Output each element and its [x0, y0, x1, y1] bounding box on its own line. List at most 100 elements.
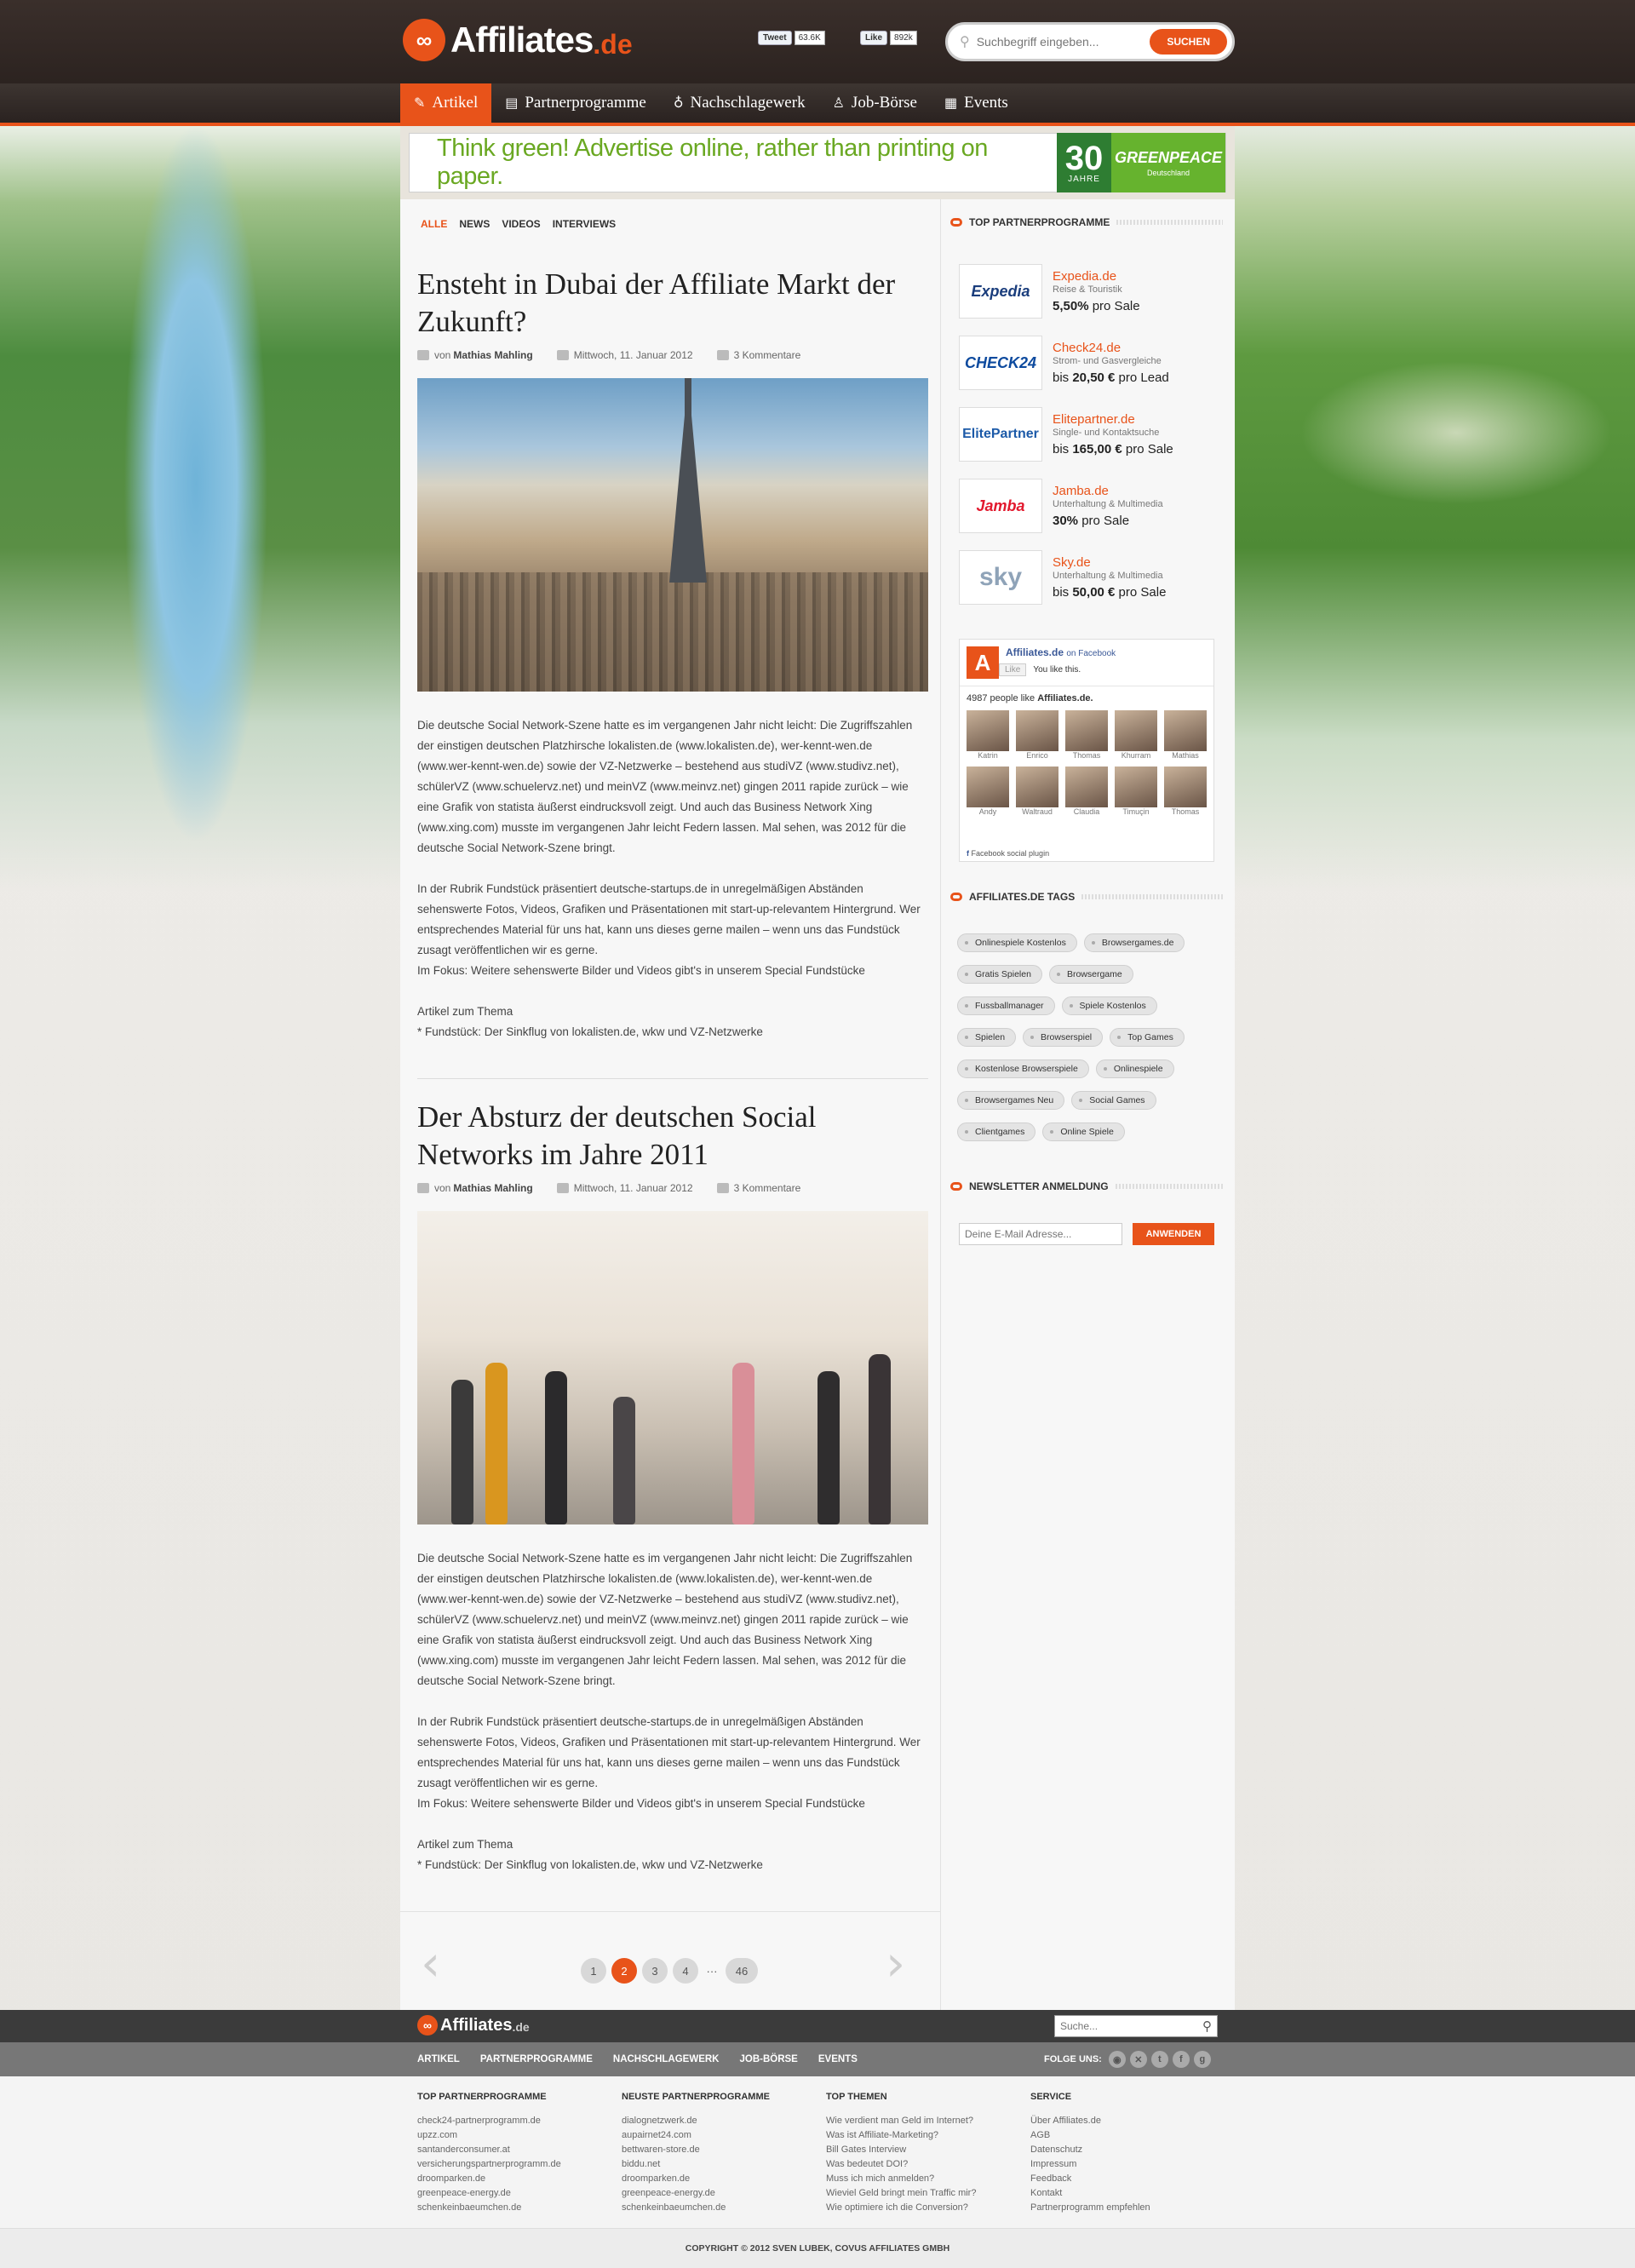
fan-face[interactable]: Khurram — [1115, 710, 1161, 765]
tag[interactable]: Kostenlose Browserspiele — [957, 1059, 1089, 1078]
tag[interactable]: Online Spiele — [1042, 1123, 1125, 1141]
footer-link[interactable]: check24-partnerprogramm.de — [417, 2114, 561, 2128]
fb-plugin-text[interactable]: Facebook social plugin — [972, 849, 1050, 858]
fan-face[interactable]: Timuçin — [1115, 767, 1161, 821]
search-icon[interactable]: ⚲ — [1202, 2018, 1212, 2034]
footer-link[interactable]: dialognetzwerk.de — [622, 2114, 770, 2128]
fan-face[interactable]: Thomas — [1065, 710, 1111, 765]
article-image-dubai[interactable] — [417, 378, 928, 692]
nav-events[interactable]: ▦ Events — [931, 83, 1022, 123]
newsletter-submit-button[interactable]: ANWENDEN — [1133, 1223, 1214, 1245]
tag[interactable]: Spiele Kostenlos — [1061, 996, 1157, 1015]
footer-link[interactable]: Kontakt — [1030, 2186, 1150, 2201]
like-widget[interactable]: Like 892k — [860, 31, 917, 45]
article-title[interactable]: Der Absturz der deutschen Social Network… — [417, 1099, 928, 1174]
footer-link-nachschlagewerk[interactable]: NACHSCHLAGEWERK — [613, 2054, 720, 2064]
partner-name[interactable]: Sky.de — [1053, 555, 1166, 570]
footer-link[interactable]: Was bedeutet DOI? — [826, 2157, 976, 2172]
article-comments[interactable]: 3 Kommentare — [734, 349, 801, 361]
page-avatar[interactable]: A — [967, 646, 999, 679]
footer-logo[interactable]: ∞ Affiliates .de — [417, 2015, 530, 2035]
footer-link[interactable]: aupairnet24.com — [622, 2128, 770, 2143]
tag[interactable]: Fussballmanager — [957, 996, 1055, 1015]
tag[interactable]: Browsergames.de — [1083, 933, 1185, 952]
filter-interviews[interactable]: INTERVIEWS — [553, 218, 616, 230]
fb-like-button[interactable]: Like — [999, 663, 1027, 676]
footer-link-events[interactable]: EVENTS — [818, 2054, 858, 2064]
nav-artikel[interactable]: ✎ Artikel — [400, 83, 492, 123]
filter-videos[interactable]: VIDEOS — [502, 218, 540, 230]
footer-link[interactable]: bettwaren-store.de — [622, 2143, 770, 2157]
twitter-icon[interactable]: t — [1150, 2051, 1168, 2068]
footer-link[interactable]: AGB — [1030, 2128, 1150, 2143]
tag[interactable]: Top Games — [1110, 1028, 1185, 1047]
tweet-widget[interactable]: Tweet 63.6K — [758, 31, 825, 45]
footer-link[interactable]: Was ist Affiliate-Marketing? — [826, 2128, 976, 2143]
related-link[interactable]: * Fundstück: Der Sinkflug von lokalisten… — [417, 1025, 763, 1038]
nav-nachschlagewerk[interactable]: ♁ Nachschlagewerk — [660, 83, 819, 123]
footer-link[interactable]: biddu.net — [622, 2157, 770, 2172]
footer-link[interactable]: Datenschutz — [1030, 2143, 1150, 2157]
fan-face[interactable]: Katrin — [967, 710, 1013, 765]
fan-face[interactable]: Thomas — [1164, 767, 1210, 821]
nav-job-boerse[interactable]: ♙ Job-Börse — [819, 83, 931, 123]
google-plus-icon[interactable]: g — [1193, 2051, 1211, 2068]
footer-link[interactable]: droomparken.de — [417, 2172, 561, 2186]
tag[interactable]: Clientgames — [957, 1123, 1036, 1141]
tweet-button[interactable]: Tweet — [758, 31, 792, 45]
footer-link-partnerprogramme[interactable]: PARTNERPROGRAMME — [480, 2054, 593, 2064]
article-comments[interactable]: 3 Kommentare — [734, 1182, 801, 1194]
rss-icon[interactable]: ◉ — [1108, 2051, 1126, 2068]
partner-item[interactable]: ElitePartner Elitepartner.de Single- und… — [959, 407, 1214, 462]
footer-link[interactable]: schenkeinbaeumchen.de — [622, 2201, 770, 2215]
tag[interactable]: Social Games — [1071, 1091, 1156, 1110]
footer-link[interactable]: droomparken.de — [622, 2172, 770, 2186]
tag[interactable]: Onlinespiele Kostenlos — [957, 933, 1077, 952]
fan-face[interactable]: Mathias — [1164, 710, 1210, 765]
footer-link[interactable]: Über Affiliates.de — [1030, 2114, 1150, 2128]
partner-name[interactable]: Elitepartner.de — [1053, 412, 1173, 427]
tag[interactable]: Browsergames Neu — [957, 1091, 1065, 1110]
footer-link[interactable]: greenpeace-energy.de — [417, 2186, 561, 2201]
newsletter-email-input[interactable] — [959, 1223, 1122, 1245]
article-image-people[interactable] — [417, 1211, 928, 1524]
fan-face[interactable]: Andy — [967, 767, 1013, 821]
partner-name[interactable]: Expedia.de — [1053, 269, 1140, 284]
partner-item[interactable]: sky Sky.de Unterhaltung & Multimedia bis… — [959, 550, 1214, 605]
partner-name[interactable]: Jamba.de — [1053, 484, 1163, 498]
footer-search-input[interactable] — [1060, 2020, 1202, 2032]
footer-link[interactable]: Bill Gates Interview — [826, 2143, 976, 2157]
partner-item[interactable]: Jamba Jamba.de Unterhaltung & Multimedia… — [959, 479, 1214, 533]
tag[interactable]: Browsergame — [1048, 965, 1133, 984]
tag[interactable]: Gratis Spielen — [957, 965, 1042, 984]
fan-face[interactable]: Waltraud — [1016, 767, 1062, 821]
partner-item[interactable]: Expedia Expedia.de Reise & Touristik 5,5… — [959, 264, 1214, 319]
related-link[interactable]: * Fundstück: Der Sinkflug von lokalisten… — [417, 1858, 763, 1871]
footer-link-job-boerse[interactable]: JOB-BÖRSE — [739, 2054, 797, 2064]
page-1[interactable]: 1 — [581, 1958, 606, 1984]
footer-link-artikel[interactable]: ARTIKEL — [417, 2054, 460, 2064]
footer-link[interactable]: Impressum — [1030, 2157, 1150, 2172]
tag[interactable]: Spielen — [957, 1028, 1017, 1047]
fan-face[interactable]: Claudia — [1065, 767, 1111, 821]
site-logo[interactable]: ∞ Affiliates .de — [403, 19, 633, 61]
xing-icon[interactable]: ✕ — [1129, 2051, 1147, 2068]
search-button[interactable]: SUCHEN — [1150, 29, 1227, 55]
filter-news[interactable]: NEWS — [459, 218, 490, 230]
article-title[interactable]: Ensteht in Dubai der Affiliate Markt der… — [417, 266, 928, 341]
footer-link[interactable]: Partnerprogramm empfehlen — [1030, 2201, 1150, 2215]
page-2[interactable]: 2 — [611, 1958, 637, 1984]
nav-partnerprogramme[interactable]: ▤ Partnerprogramme — [491, 83, 660, 123]
page-4[interactable]: 4 — [673, 1958, 698, 1984]
article-author[interactable]: Mathias Mahling — [453, 349, 532, 361]
greenpeace-ad-banner[interactable]: Think green! Advertise online, rather th… — [409, 133, 1226, 192]
tag[interactable]: Onlinespiele — [1095, 1059, 1174, 1078]
footer-link[interactable]: Wieviel Geld bringt mein Traffic mir? — [826, 2186, 976, 2201]
footer-link[interactable]: Muss ich mich anmelden? — [826, 2172, 976, 2186]
partner-item[interactable]: CHECK24 Check24.de Strom- und Gasverglei… — [959, 336, 1214, 390]
prev-page-arrow-icon[interactable]: ‹ — [421, 1934, 440, 1992]
tag[interactable]: Browserspiel — [1023, 1028, 1104, 1047]
facebook-like-button[interactable]: Like — [860, 31, 888, 45]
footer-link[interactable]: schenkeinbaeumchen.de — [417, 2201, 561, 2215]
footer-link[interactable]: Feedback — [1030, 2172, 1150, 2186]
